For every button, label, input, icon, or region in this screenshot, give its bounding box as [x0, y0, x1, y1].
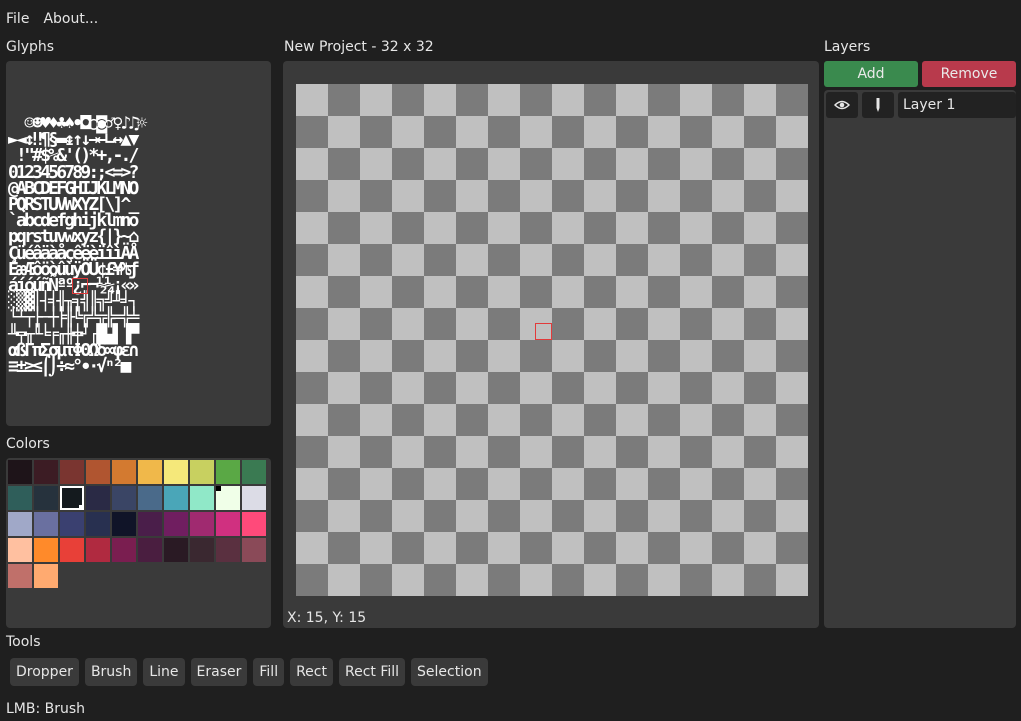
colors-title: Colors [6, 436, 50, 452]
layers-panel [824, 90, 1016, 628]
remove-layer-button[interactable]: Remove [922, 61, 1016, 87]
tool-selection[interactable]: Selection [411, 658, 488, 686]
status-text: LMB: Brush [6, 701, 86, 717]
tool-rect-fill[interactable]: Rect Fill [338, 658, 406, 686]
tool-eraser[interactable]: Eraser [190, 658, 248, 686]
color-swatch[interactable] [86, 538, 110, 562]
color-swatch[interactable] [112, 538, 136, 562]
color-swatch[interactable] [138, 460, 162, 484]
color-swatch[interactable] [8, 460, 32, 484]
glyph-row[interactable]: ≡±≥≤⌠⌡÷≈°∙·√ⁿ²■ [8, 358, 137, 376]
color-swatch[interactable] [86, 486, 110, 510]
color-swatch[interactable] [138, 538, 162, 562]
color-swatch[interactable] [8, 512, 32, 536]
color-swatch[interactable] [164, 460, 188, 484]
color-swatch[interactable] [216, 538, 240, 562]
layers-title: Layers [824, 39, 871, 55]
color-swatch[interactable] [138, 512, 162, 536]
color-swatch[interactable] [242, 486, 266, 510]
drawing-canvas[interactable] [296, 84, 808, 596]
color-swatch[interactable] [34, 460, 58, 484]
color-swatch[interactable] [138, 486, 162, 510]
color-swatch[interactable] [112, 460, 136, 484]
color-swatch[interactable] [8, 538, 32, 562]
eye-icon [834, 100, 850, 110]
color-swatch[interactable] [164, 512, 188, 536]
canvas-cursor [535, 323, 552, 340]
color-swatch[interactable] [112, 512, 136, 536]
color-swatch[interactable] [242, 538, 266, 562]
pen-icon [876, 98, 880, 112]
layer-visibility-toggle[interactable] [826, 92, 858, 118]
color-swatch[interactable] [216, 512, 240, 536]
menu-bar: File About... [0, 0, 1021, 38]
color-swatch[interactable] [190, 486, 214, 510]
color-swatch[interactable] [190, 512, 214, 536]
color-swatch[interactable] [190, 538, 214, 562]
tool-fill[interactable]: Fill [253, 658, 285, 686]
glyph-grid[interactable]: ☺☻♥♦♣♠•◘○◙♂♀♪♫☼ ►◄↕‼¶§▬↨↑↓→←∟↔▲▼ !"#$%&'(… [8, 115, 268, 376]
color-swatch[interactable] [216, 486, 240, 510]
color-swatch[interactable] [34, 538, 58, 562]
color-swatch[interactable] [60, 486, 84, 510]
color-swatch[interactable] [8, 486, 32, 510]
color-swatch[interactable] [86, 460, 110, 484]
glyph-selection-cursor [72, 278, 88, 294]
color-swatch[interactable] [60, 538, 84, 562]
color-swatch[interactable] [164, 538, 188, 562]
color-swatch[interactable] [60, 460, 84, 484]
layer-lock-toggle[interactable] [862, 92, 894, 118]
color-swatch[interactable] [242, 460, 266, 484]
menu-about[interactable]: About... [43, 11, 98, 27]
canvas-title: New Project - 32 x 32 [284, 39, 434, 55]
color-swatch[interactable] [34, 486, 58, 510]
color-swatch[interactable] [34, 512, 58, 536]
tools-title: Tools [6, 634, 41, 650]
layer-name[interactable]: Layer 1 [898, 92, 1016, 118]
layer-row: Layer 1 [826, 92, 1016, 118]
cursor-coordinates: X: 15, Y: 15 [287, 610, 367, 626]
glyphs-title: Glyphs [6, 39, 55, 55]
color-swatch[interactable] [112, 486, 136, 510]
tool-rect[interactable]: Rect [290, 658, 333, 686]
menu-file[interactable]: File [6, 11, 29, 27]
tool-brush[interactable]: Brush [84, 658, 138, 686]
color-swatch[interactable] [216, 460, 240, 484]
tool-dropper[interactable]: Dropper [10, 658, 79, 686]
color-swatch[interactable] [60, 512, 84, 536]
tools-bar: Dropper Brush Line Eraser Fill Rect Rect… [10, 658, 488, 686]
tool-line[interactable]: Line [143, 658, 185, 686]
color-swatch[interactable] [164, 486, 188, 510]
color-swatch[interactable] [190, 460, 214, 484]
color-swatch[interactable] [86, 512, 110, 536]
color-swatch[interactable] [34, 564, 58, 588]
color-swatch[interactable] [242, 512, 266, 536]
add-layer-button[interactable]: Add [824, 61, 918, 87]
color-swatch[interactable] [8, 564, 32, 588]
